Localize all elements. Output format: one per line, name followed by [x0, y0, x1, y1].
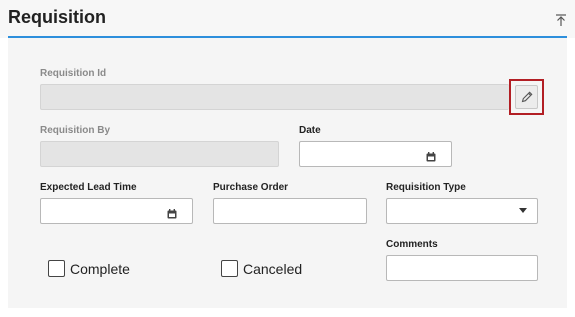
collapse-icon[interactable] — [554, 13, 568, 27]
comments-field[interactable] — [386, 255, 538, 281]
date-label: Date — [299, 125, 321, 136]
calendar-icon[interactable] — [426, 149, 436, 162]
canceled-checkbox-row[interactable]: Canceled — [221, 260, 302, 277]
chevron-down-icon[interactable] — [519, 208, 527, 213]
expected-lead-time-label: Expected Lead Time — [40, 182, 137, 193]
requisition-id-field[interactable] — [40, 84, 509, 110]
requisition-id-label: Requisition Id — [40, 68, 107, 79]
expected-lead-time-field[interactable] — [40, 198, 193, 224]
requisition-by-label: Requisition By — [40, 125, 111, 136]
complete-checkbox[interactable] — [48, 260, 65, 277]
canceled-label: Canceled — [243, 260, 303, 277]
section-header: Requisition — [0, 0, 575, 38]
complete-checkbox-row[interactable]: Complete — [48, 260, 130, 277]
requisition-type-label: Requisition Type — [386, 182, 466, 193]
requisition-type-select[interactable] — [386, 198, 538, 224]
comments-label: Comments — [386, 239, 438, 250]
requisition-by-field[interactable] — [40, 141, 279, 167]
purchase-order-field[interactable] — [213, 198, 367, 224]
calendar-icon[interactable] — [167, 206, 177, 219]
section-title: Requisition — [8, 7, 106, 27]
complete-label: Complete — [70, 260, 130, 277]
edit-button[interactable] — [515, 85, 538, 109]
purchase-order-label: Purchase Order — [213, 182, 289, 193]
date-field[interactable] — [299, 141, 452, 167]
edit-button-highlight — [509, 79, 544, 115]
canceled-checkbox[interactable] — [221, 260, 238, 277]
pencil-icon — [516, 91, 537, 112]
